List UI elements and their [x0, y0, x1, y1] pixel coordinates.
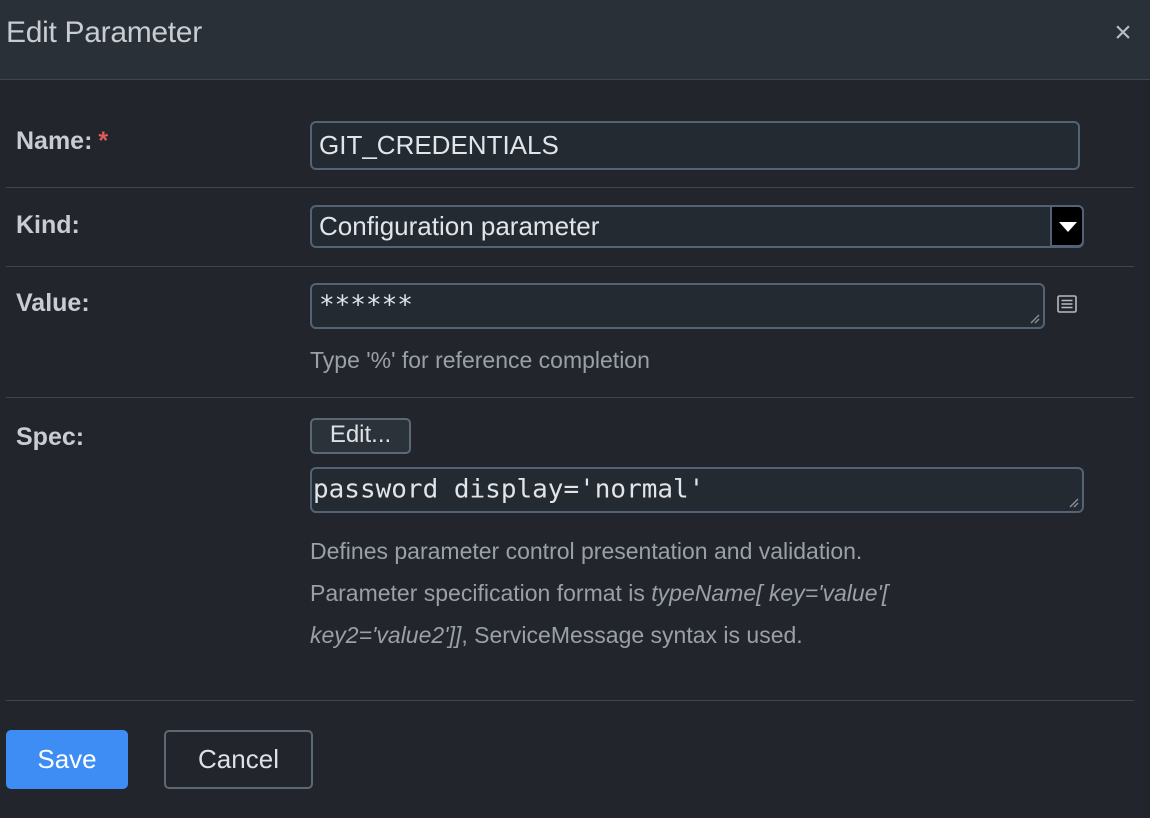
kind-select[interactable]: Configuration parameter: [310, 205, 1084, 248]
spec-textarea-value: password display='normal': [313, 474, 705, 505]
divider: [6, 700, 1134, 701]
resize-handle-icon[interactable]: [1028, 312, 1040, 324]
spec-hint-format-a: typeName[ key='value'[: [651, 580, 889, 606]
name-input-value: GIT_CREDENTIALS: [319, 129, 559, 160]
divider: [6, 266, 1134, 267]
spec-label: Spec:: [16, 423, 85, 451]
divider: [6, 187, 1134, 188]
spec-hint-suffix: , ServiceMessage syntax is used.: [461, 622, 803, 648]
name-label-text: Name:: [16, 127, 93, 155]
chevron-down-icon[interactable]: [1050, 205, 1084, 247]
kind-select-value: Configuration parameter: [319, 210, 600, 241]
close-icon[interactable]: ×: [1110, 18, 1136, 48]
spec-hint-line3: key2='value2']], ServiceMessage syntax i…: [310, 614, 1110, 656]
name-input[interactable]: GIT_CREDENTIALS: [310, 121, 1080, 170]
divider: [6, 397, 1134, 398]
spec-hint-format-b: key2='value2']]: [310, 622, 462, 648]
value-textarea-value: ******: [319, 290, 413, 321]
save-button[interactable]: Save: [6, 730, 128, 789]
value-textarea[interactable]: ******: [310, 283, 1045, 329]
cancel-button[interactable]: Cancel: [164, 730, 313, 789]
spec-textarea[interactable]: password display='normal': [310, 467, 1084, 513]
spec-hint-line2: Parameter specification format is typeNa…: [310, 572, 1110, 614]
dialog-title: Edit Parameter: [6, 16, 202, 49]
value-hint: Type '%' for reference completion: [310, 347, 650, 373]
value-label: Value:: [16, 289, 90, 317]
name-label: Name: *: [16, 127, 108, 156]
kind-label: Kind:: [16, 211, 80, 239]
resize-handle-icon[interactable]: [1067, 496, 1079, 508]
spec-hint-prefix: Parameter specification format is: [310, 580, 652, 606]
spec-hint: Defines parameter control presentation a…: [310, 530, 1110, 656]
list-icon[interactable]: [1057, 295, 1077, 313]
dialog-header: Edit Parameter ×: [0, 0, 1150, 80]
spec-edit-button[interactable]: Edit...: [310, 418, 411, 454]
required-mark: *: [98, 127, 109, 155]
spec-hint-line1: Defines parameter control presentation a…: [310, 538, 863, 564]
